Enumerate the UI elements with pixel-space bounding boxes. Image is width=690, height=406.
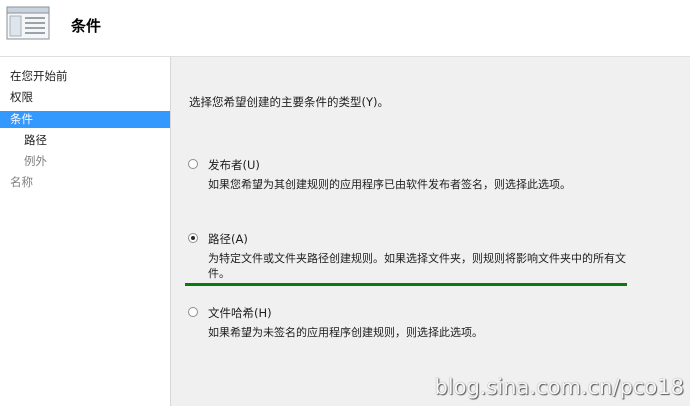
option-publisher[interactable]: 发布者(U) 如果您希望为其创建规则的应用程序已由软件发布者签名，则选择此选项。 <box>188 157 648 197</box>
option-path[interactable]: 路径(A) 为特定文件或文件夹路径创建规则。如果选择文件夹，则规则将影响文件夹中… <box>188 231 648 283</box>
file-hash-label[interactable]: 文件哈希(H) <box>208 305 272 321</box>
wizard-step-sidebar: 在您开始前 权限 条件 路径 例外 名称 <box>0 57 171 406</box>
window-list-icon <box>6 6 50 40</box>
path-radio[interactable] <box>188 233 198 243</box>
sidebar-item-conditions[interactable]: 条件 <box>0 111 170 128</box>
publisher-radio[interactable] <box>188 159 198 169</box>
watermark-text: blog.sina.com.cn/pco18 <box>434 375 684 399</box>
page-title: 条件 <box>71 17 102 35</box>
highlight-underline <box>185 283 627 286</box>
sidebar-item-exceptions: 例外 <box>24 154 47 168</box>
publisher-description: 如果您希望为其创建规则的应用程序已由软件发布者签名，则选择此选项。 <box>208 178 571 191</box>
path-label[interactable]: 路径(A) <box>208 231 248 247</box>
main-panel: 选择您希望创建的主要条件的类型(Y)。 发布者(U) 如果您希望为其创建规则的应… <box>171 57 690 406</box>
condition-type-prompt: 选择您希望创建的主要条件的类型(Y)。 <box>189 95 389 109</box>
sidebar-item-name: 名称 <box>10 175 33 189</box>
option-file-hash[interactable]: 文件哈希(H) 如果希望为未签名的应用程序创建规则，则选择此选项。 <box>188 305 648 345</box>
sidebar-item-permissions[interactable]: 权限 <box>0 89 170 106</box>
sidebar-item-path[interactable]: 路径 <box>0 132 170 149</box>
file-hash-radio[interactable] <box>188 307 198 317</box>
wizard-header: 条件 <box>0 0 690 57</box>
sidebar-item-before-you-begin[interactable]: 在您开始前 <box>0 68 170 85</box>
path-description: 为特定文件或文件夹路径创建规则。如果选择文件夹，则规则将影响文件夹中的所有文件。 <box>208 252 626 280</box>
publisher-label[interactable]: 发布者(U) <box>208 157 260 173</box>
file-hash-description: 如果希望为未签名的应用程序创建规则，则选择此选项。 <box>208 326 483 339</box>
